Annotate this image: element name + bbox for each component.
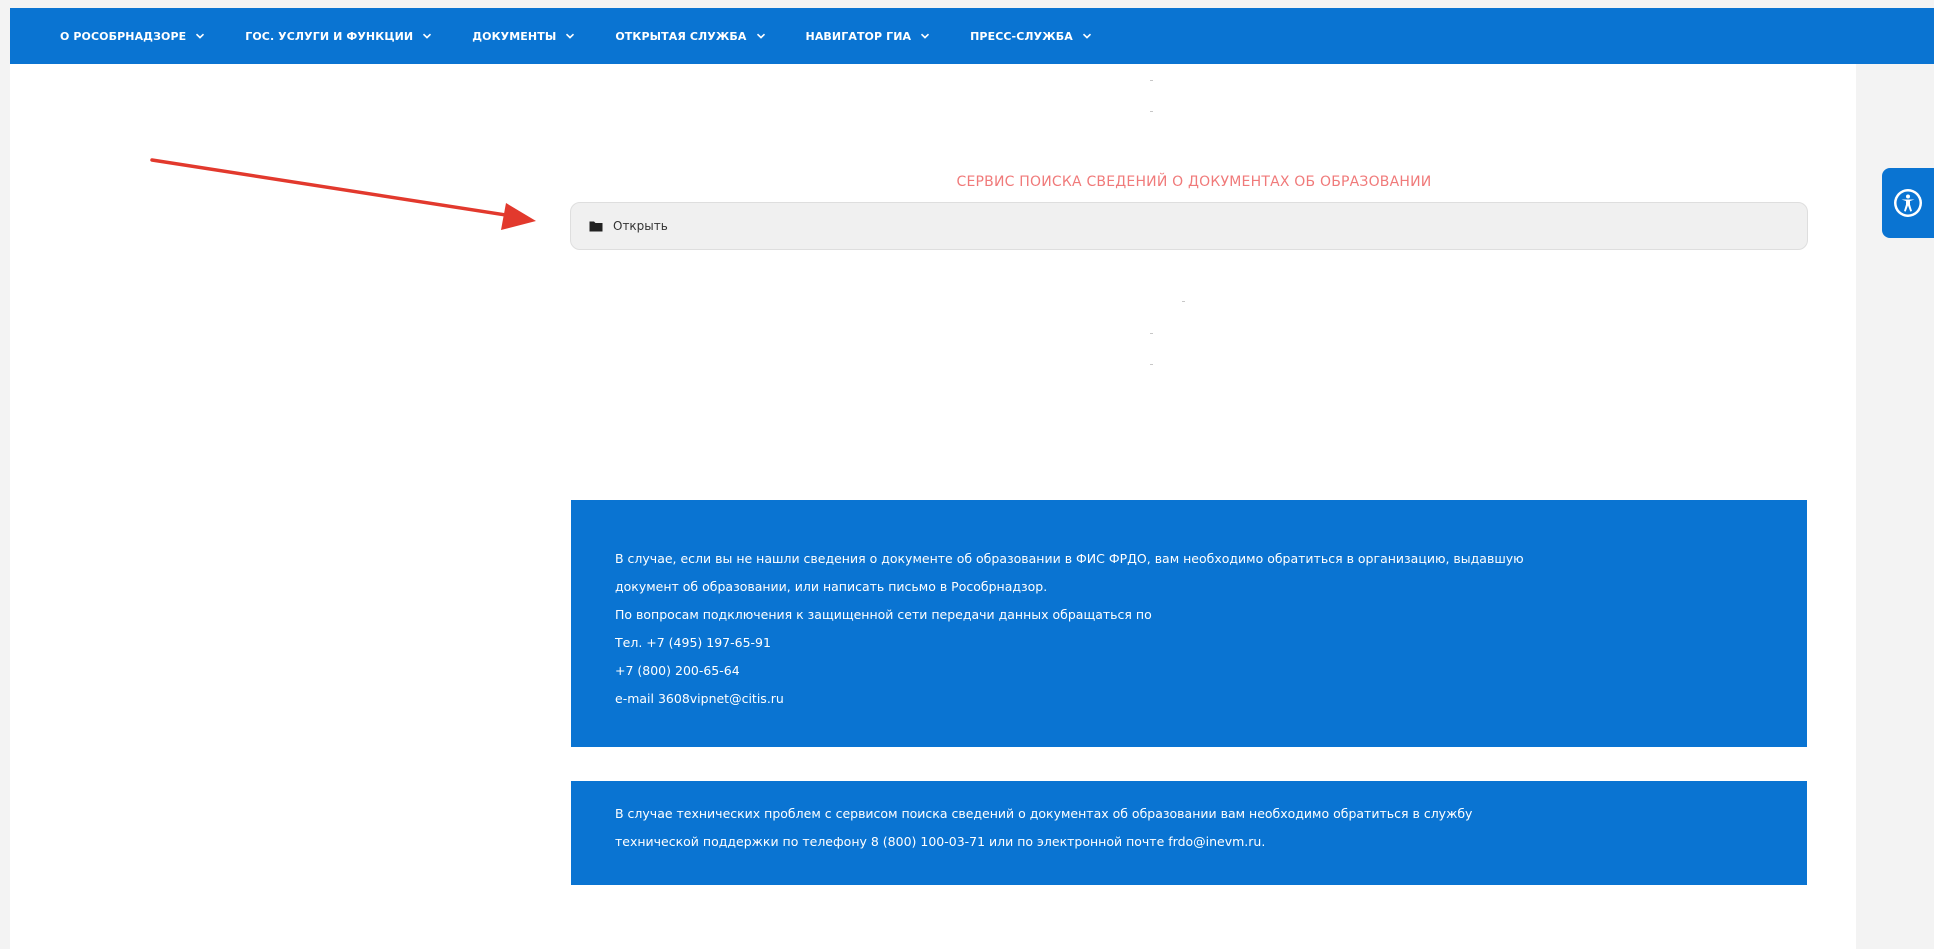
nav-item-label: ПРЕСС-СЛУЖБА (970, 29, 1073, 43)
open-accordion-button[interactable]: Открыть (570, 202, 1808, 250)
info-text-line: По вопросам подключения к защищенной сет… (615, 607, 1152, 622)
nav-item-press[interactable]: ПРЕСС-СЛУЖБА (970, 30, 1092, 43)
nav-item-label: ОТКРЫТАЯ СЛУЖБА (615, 29, 747, 43)
divider-dot (1150, 111, 1153, 112)
chevron-down-icon (921, 33, 930, 39)
chevron-down-icon (1082, 33, 1091, 39)
folder-icon (589, 221, 603, 232)
chevron-down-icon (423, 33, 432, 39)
nav-item-label: НАВИГАТОР ГИА (805, 29, 912, 43)
info-box-support: В случае технических проблем с сервисом … (571, 781, 1807, 885)
accessibility-icon (1894, 189, 1922, 217)
page-content: СЕРВИС ПОИСКА СВЕДЕНИЙ О ДОКУМЕНТАХ ОБ О… (10, 64, 1856, 949)
phone-number: +7 (800) 200-65-64 (615, 663, 740, 678)
nav-item-label: О РОСОБРНАДЗОРЕ (60, 29, 187, 43)
info-text-line: документ об образовании, или написать пи… (615, 579, 1048, 594)
info-box-contacts: В случае, если вы не нашли сведения о до… (571, 500, 1807, 747)
nav-item-documents[interactable]: ДОКУМЕНТЫ (472, 30, 575, 43)
chevron-down-icon (566, 33, 575, 39)
chevron-down-icon (196, 33, 205, 39)
chevron-down-icon (756, 33, 765, 39)
info-text-line: В случае, если вы не нашли сведения о до… (615, 551, 1524, 566)
nav-item-gia-navigator[interactable]: НАВИГАТОР ГИА (806, 30, 931, 43)
nav-item-label: ДОКУМЕНТЫ (472, 29, 557, 43)
divider-dot (1150, 364, 1153, 365)
divider-dot (1182, 301, 1185, 302)
nav-item-open-service[interactable]: ОТКРЫТАЯ СЛУЖБА (615, 30, 765, 43)
nav-item-label: ГОС. УСЛУГИ И ФУНКЦИИ (245, 29, 414, 43)
phone-number: Тел. +7 (495) 197-65-91 (615, 635, 771, 650)
divider-dot (1150, 333, 1153, 334)
info-text-line: технической поддержки по телефону 8 (800… (615, 834, 1266, 849)
nav-item-services[interactable]: ГОС. УСЛУГИ И ФУНКЦИИ (245, 30, 432, 43)
info-text-line: В случае технических проблем с сервисом … (615, 806, 1473, 821)
divider-dot (1150, 80, 1153, 81)
open-label: Открыть (613, 219, 668, 233)
accessibility-button[interactable] (1882, 168, 1934, 238)
top-navigation: О РОСОБРНАДЗОРЕ ГОС. УСЛУГИ И ФУНКЦИИ ДО… (10, 8, 1934, 64)
service-title: СЕРВИС ПОИСКА СВЕДЕНИЙ О ДОКУМЕНТАХ ОБ О… (956, 174, 1432, 190)
nav-item-about[interactable]: О РОСОБРНАДЗОРЕ (60, 30, 205, 43)
contact-email: e-mail 3608vipnet@citis.ru (615, 691, 784, 706)
